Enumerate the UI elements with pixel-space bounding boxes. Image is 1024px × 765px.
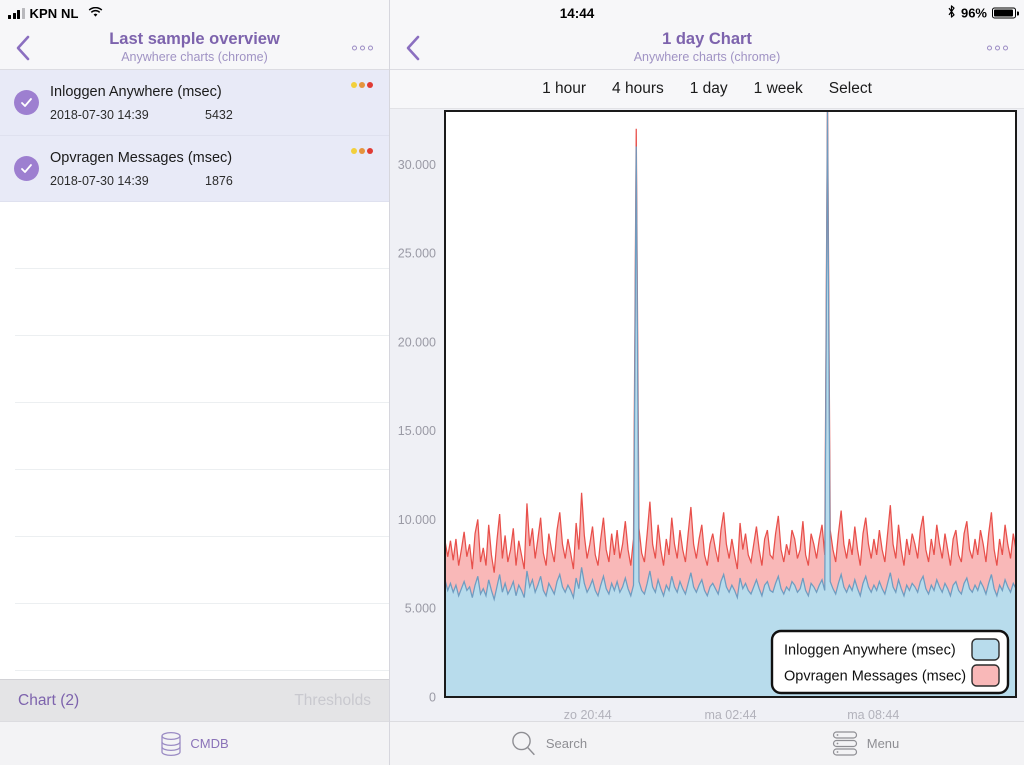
tab-menu[interactable]: Menu [707, 730, 1024, 757]
x-axis-tick-label: ma 08:44 [847, 708, 899, 721]
page-subtitle: Anywhere charts (chrome) [121, 50, 268, 64]
y-axis-tick-label: 30.000 [398, 158, 436, 172]
page-title: 1 day Chart [662, 30, 752, 48]
left-status-bar: KPN NL [0, 0, 389, 26]
signal-bars-icon [8, 7, 25, 19]
status-right-group: 96% [947, 5, 1019, 22]
empty-list-row [15, 537, 389, 604]
list-item-meta: 2018-07-30 14:39 5432 [50, 108, 389, 122]
database-icon [161, 731, 182, 756]
y-axis-tick-label: 20.000 [398, 335, 436, 349]
tab-chart[interactable]: Chart (2) [18, 692, 79, 710]
status-leds-icon [351, 82, 373, 88]
chart-container[interactable]: 0 5.000 10.000 15.000 20.000 25.000 30.000 zo 2… [390, 109, 1024, 721]
tab-thresholds[interactable]: Thresholds [294, 692, 371, 710]
back-button[interactable] [0, 35, 46, 61]
clock-label: 14:44 [559, 5, 595, 21]
y-axis-tick-label: 0 [429, 691, 436, 705]
check-circle-icon[interactable] [14, 156, 39, 181]
left-nav-titles: Last sample overview Anywhere charts (ch… [0, 26, 389, 69]
range-4-hours[interactable]: 4 hours [612, 80, 664, 98]
list-item-value: 1876 [205, 174, 233, 188]
status-left-group: KPN NL [8, 6, 103, 21]
y-axis-tick-label: 15.000 [398, 424, 436, 438]
page-title: Last sample overview [109, 30, 280, 48]
tab-menu-label: Menu [866, 736, 900, 751]
left-nav-bar: Last sample overview Anywhere charts (ch… [0, 26, 389, 70]
wifi-icon [88, 6, 103, 21]
left-bottom-tab-bar: CMDB [0, 721, 389, 765]
empty-list-row [15, 269, 389, 336]
y-axis-tick-label: 5.000 [405, 602, 436, 616]
more-options-icon[interactable] [987, 45, 1008, 50]
list-item-date: 2018-07-30 14:39 [50, 174, 149, 188]
list-item-title: Opvragen Messages (msec) [50, 150, 233, 166]
tab-cmdb-label: CMDB [190, 736, 229, 751]
list-item[interactable]: Inloggen Anywhere (msec) 2018-07-30 14:3… [0, 70, 389, 136]
list-item[interactable]: Opvragen Messages (msec) 2018-07-30 14:3… [0, 136, 389, 202]
left-panel: KPN NL Last sample overview Anywhere cha… [0, 0, 390, 765]
carrier-label: KPN NL [29, 5, 79, 21]
list-item-title: Inloggen Anywhere (msec) [50, 84, 222, 100]
list-item-meta: 2018-07-30 14:39 1876 [50, 174, 389, 188]
right-nav-titles: 1 day Chart Anywhere charts (chrome) [390, 26, 1024, 69]
range-1-day[interactable]: 1 day [690, 80, 728, 98]
right-status-bar: 14:44 96% [390, 0, 1024, 26]
list-item-value: 5432 [205, 108, 233, 122]
legend-label: Opvragen Messages (msec) [784, 669, 966, 685]
y-axis-tick-label: 25.000 [398, 247, 436, 261]
more-options-icon[interactable] [352, 45, 373, 50]
page-subtitle: Anywhere charts (chrome) [633, 50, 781, 64]
battery-icon [992, 7, 1019, 19]
tab-cmdb[interactable]: CMDB [160, 731, 229, 757]
search-icon [512, 731, 535, 756]
right-bottom-tab-bar: Search Menu [390, 721, 1024, 765]
y-axis-tick-label: 10.000 [398, 513, 436, 527]
check-circle-icon[interactable] [14, 90, 39, 115]
legend-swatch [971, 638, 1000, 661]
right-nav-bar: 1 day Chart Anywhere charts (chrome) [390, 26, 1024, 70]
time-range-selector: 1 hour 4 hours 1 day 1 week Select [390, 70, 1024, 109]
list-item-body: Opvragen Messages (msec) 2018-07-30 14:3… [50, 149, 389, 188]
range-select[interactable]: Select [829, 80, 872, 98]
list-item-date: 2018-07-30 14:39 [50, 108, 149, 122]
empty-list-row [15, 470, 389, 537]
left-segment-bar: Chart (2) Thresholds [0, 679, 389, 721]
chevron-left-icon [406, 35, 420, 60]
back-button[interactable] [390, 35, 436, 61]
battery-percent-label: 96% [960, 5, 987, 21]
legend-label: Inloggen Anywhere (msec) [784, 643, 956, 659]
time-series-chart[interactable]: 0 5.000 10.000 15.000 20.000 25.000 30.000 zo 2… [390, 109, 1024, 721]
menu-icon [832, 731, 857, 756]
status-leds-icon [351, 148, 373, 154]
chevron-left-icon [16, 35, 30, 60]
range-1-hour[interactable]: 1 hour [542, 80, 586, 98]
tab-search[interactable]: Search [390, 730, 707, 757]
legend-swatch [971, 664, 1000, 687]
list-item-body: Inloggen Anywhere (msec) 2018-07-30 14:3… [50, 83, 389, 122]
tab-search-label: Search [545, 736, 588, 751]
x-axis-tick-label: ma 02:44 [704, 708, 756, 721]
x-axis-tick-label: zo 20:44 [564, 708, 612, 721]
right-panel: 14:44 96% 1 day Chart Anywhere charts (c… [390, 0, 1024, 765]
sample-list: Inloggen Anywhere (msec) 2018-07-30 14:3… [0, 70, 389, 679]
empty-list-row [15, 336, 389, 403]
chart-legend: Inloggen Anywhere (msec) Opvragen Message… [770, 629, 1010, 695]
empty-list-row [15, 403, 389, 470]
app-root: KPN NL Last sample overview Anywhere cha… [0, 0, 1024, 765]
range-1-week[interactable]: 1 week [754, 80, 803, 98]
empty-list-row [15, 604, 389, 671]
bluetooth-icon [947, 5, 956, 22]
empty-list-row [15, 202, 389, 269]
